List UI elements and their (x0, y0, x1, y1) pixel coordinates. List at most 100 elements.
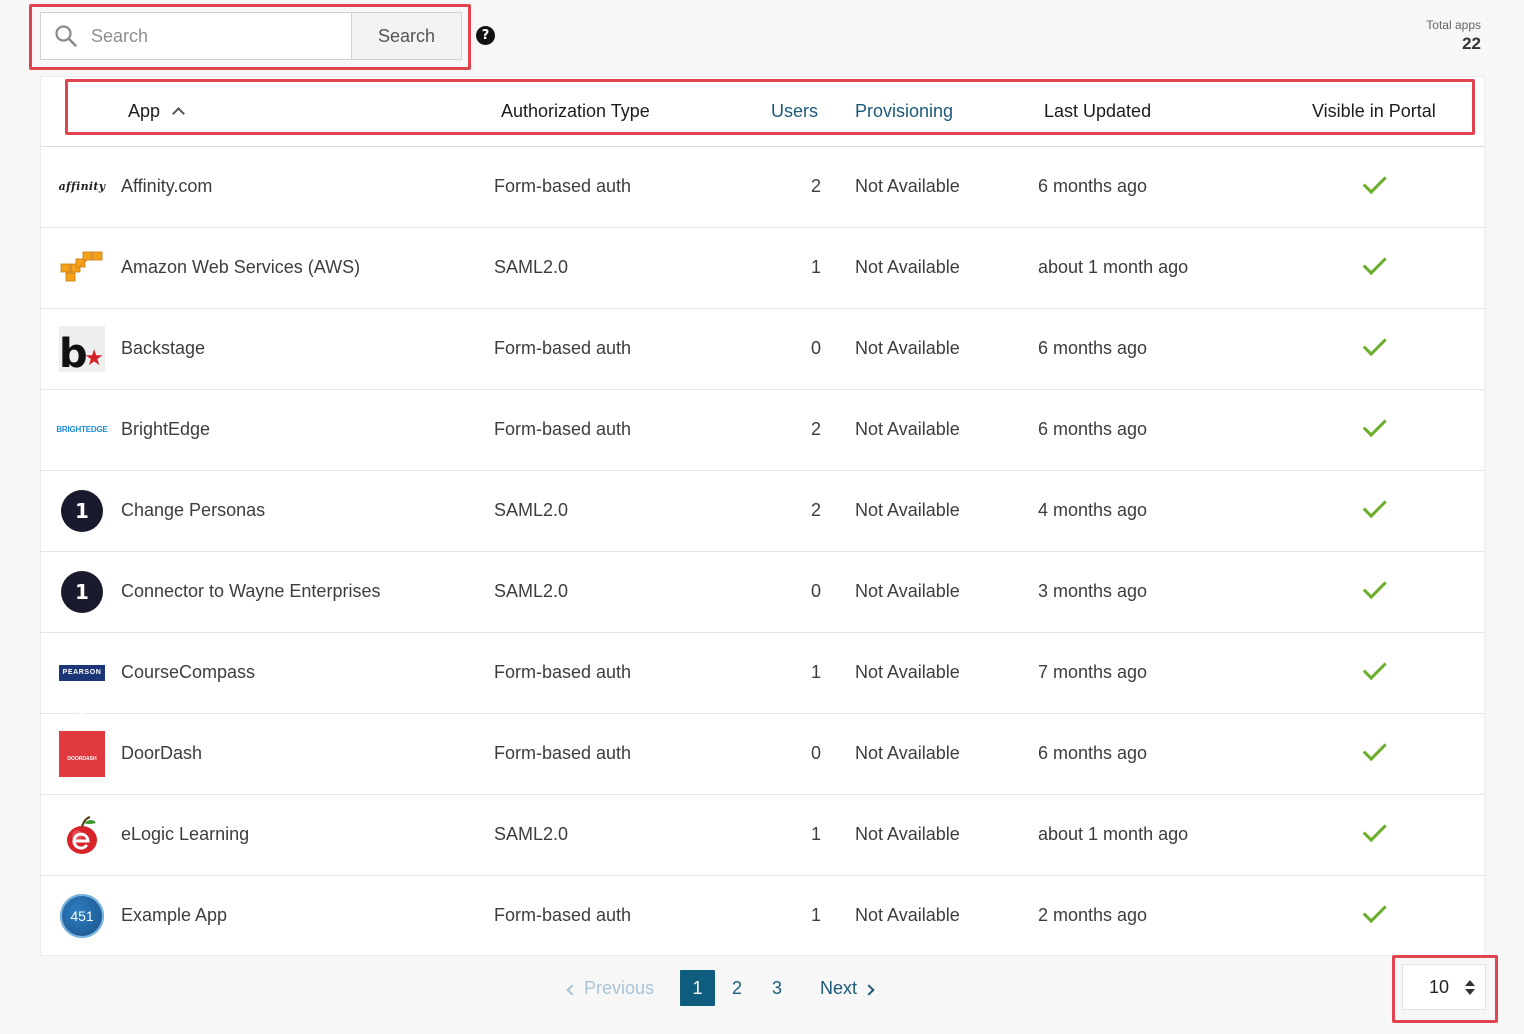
user-count: 2 (810, 419, 821, 439)
last-updated: 3 months ago (1038, 581, 1148, 601)
table-row[interactable]: ≈ DOORDASH DoorDash Form-based auth 0 Not… (41, 709, 1484, 795)
pearson-logo-text: PEARSON (59, 665, 105, 681)
table-row[interactable]: affinity Affinity.com Form-based auth 2 … (41, 147, 1484, 228)
table-row[interactable]: Amazon Web Services (AWS) SAML2.0 1 Not … (41, 228, 1484, 309)
table-row[interactable]: 1 Connector to Wayne Enterprises SAML2.0… (41, 552, 1484, 633)
provisioning-status: Not Available (855, 176, 960, 196)
onelogin-logo: 1 (59, 471, 105, 551)
provisioning-status: Not Available (855, 338, 960, 358)
column-header-last-updated: Last Updated (1044, 101, 1152, 121)
column-header-users[interactable]: Users (771, 77, 818, 147)
app-name[interactable]: CourseCompass (121, 633, 255, 713)
apps-table: App Authorization Type Users Provisionin… (40, 76, 1485, 956)
provisioning-status: Not Available (855, 419, 960, 439)
user-count: 0 (810, 338, 821, 358)
last-updated: 6 months ago (1038, 176, 1148, 196)
user-count: 0 (810, 743, 821, 763)
column-header-app-label: App (128, 101, 161, 121)
total-apps-label: Total apps (1426, 18, 1481, 32)
auth-type: Form-based auth (494, 662, 632, 682)
last-updated: 2 months ago (1038, 905, 1148, 925)
help-icon[interactable]: ? (476, 26, 495, 45)
auth-type: SAML2.0 (494, 257, 569, 277)
visible-check-icon (1359, 147, 1389, 227)
pearson-logo: PEARSON (59, 633, 105, 713)
auth-type: Form-based auth (494, 743, 632, 763)
visible-check-icon (1359, 633, 1389, 713)
last-updated: 6 months ago (1038, 419, 1148, 439)
provisioning-status: Not Available (855, 824, 960, 844)
auth-type: SAML2.0 (494, 581, 569, 601)
visible-check-icon (1359, 714, 1389, 794)
per-page-select[interactable]: 10 (1402, 964, 1486, 1010)
table-header: App Authorization Type Users Provisionin… (41, 77, 1484, 147)
last-updated: 6 months ago (1038, 338, 1148, 358)
example-app-logo-text: 451 (60, 894, 104, 938)
provisioning-status: Not Available (855, 905, 960, 925)
previous-page-button[interactable]: Previous (566, 970, 654, 1006)
last-updated: 6 months ago (1038, 743, 1148, 763)
last-updated: about 1 month ago (1038, 257, 1189, 277)
page-1-button[interactable]: 1 (680, 970, 715, 1006)
search-input[interactable] (91, 13, 351, 59)
app-name[interactable]: eLogic Learning (121, 795, 249, 875)
app-name[interactable]: DoorDash (121, 714, 202, 794)
brightedge-logo-text: BRIGHTEDGE (56, 425, 108, 434)
affinity-logo: affinity (58, 147, 106, 227)
star-icon: ★ (84, 345, 104, 370)
last-updated: about 1 month ago (1038, 824, 1189, 844)
provisioning-status: Not Available (855, 500, 960, 520)
provisioning-status: Not Available (855, 257, 960, 277)
provisioning-status: Not Available (855, 662, 960, 682)
total-apps: Total apps 22 (1426, 18, 1481, 54)
next-page-button[interactable]: Next (820, 970, 875, 1006)
pagination: Previous 1 2 3 Next (0, 970, 1524, 1006)
user-count: 2 (810, 500, 821, 520)
user-count: 1 (810, 662, 821, 682)
app-name[interactable]: Connector to Wayne Enterprises (121, 552, 380, 632)
app-name[interactable]: Backstage (121, 309, 205, 389)
elogic-apple-icon (59, 795, 105, 875)
chevron-up-icon (172, 107, 185, 120)
affinity-logo-text: affinity (58, 180, 106, 193)
page-2-button[interactable]: 2 (732, 970, 742, 1006)
auth-type: Form-based auth (494, 419, 632, 439)
table-row[interactable]: b ★ Backstage Form-based auth 0 Not Avail… (41, 309, 1484, 390)
visible-check-icon (1359, 795, 1389, 875)
auth-type: Form-based auth (494, 905, 632, 925)
page-3-button[interactable]: 3 (772, 970, 782, 1006)
app-name[interactable]: Change Personas (121, 471, 265, 551)
search-button[interactable]: Search (351, 13, 461, 59)
onelogin-logo-mark: 1 (61, 571, 103, 613)
column-header-app[interactable]: App (128, 77, 185, 147)
table-row[interactable]: eLogic Learning SAML2.0 1 Not Available … (41, 795, 1484, 876)
table-row[interactable]: 1 Change Personas SAML2.0 2 Not Availabl… (41, 471, 1484, 552)
table-row[interactable]: PEARSON CourseCompass Form-based auth 1 … (41, 633, 1484, 714)
auth-type: Form-based auth (494, 176, 632, 196)
onelogin-logo-mark: 1 (61, 490, 103, 532)
search-box: Search (40, 12, 462, 60)
search-icon (41, 13, 91, 59)
select-arrows-icon (1465, 979, 1475, 995)
visible-check-icon (1359, 471, 1389, 551)
auth-type: SAML2.0 (494, 824, 569, 844)
app-name[interactable]: Affinity.com (121, 147, 212, 227)
chevron-right-icon (863, 984, 875, 996)
app-name[interactable]: Amazon Web Services (AWS) (121, 228, 360, 308)
table-row[interactable]: 451 Example App Form-based auth 1 Not Av… (41, 876, 1484, 957)
chevron-left-icon (566, 984, 578, 996)
doordash-logo-text: DOORDASH (67, 755, 97, 762)
doordash-mark-icon: ≈ (79, 709, 85, 721)
column-header-visible-in-portal: Visible in Portal (1312, 101, 1436, 121)
user-count: 1 (810, 905, 821, 925)
table-body: affinity Affinity.com Form-based auth 2 … (41, 147, 1484, 957)
app-name[interactable]: Example App (121, 876, 227, 956)
visible-check-icon (1359, 228, 1389, 308)
visible-check-icon (1359, 876, 1389, 956)
visible-check-icon (1359, 390, 1389, 470)
app-name[interactable]: BrightEdge (121, 390, 210, 470)
table-row[interactable]: BRIGHTEDGE BrightEdge Form-based auth 2 … (41, 390, 1484, 471)
column-header-provisioning[interactable]: Provisioning (855, 77, 953, 147)
aws-logo-icon (59, 228, 105, 308)
doordash-logo: ≈ DOORDASH (59, 709, 105, 794)
